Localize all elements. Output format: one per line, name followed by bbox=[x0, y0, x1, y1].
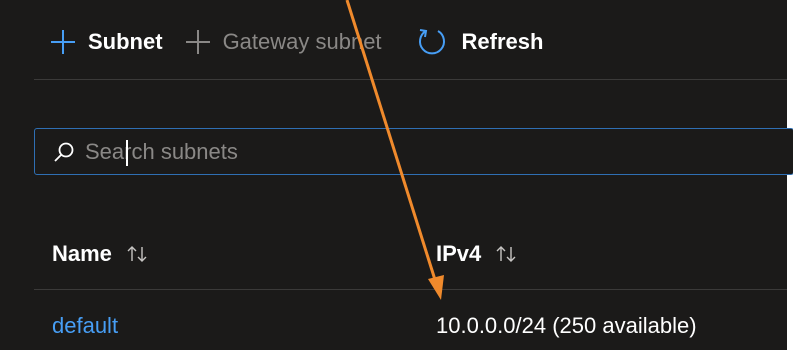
refresh-button[interactable]: Refresh bbox=[416, 22, 544, 62]
sort-arrows-icon bbox=[495, 244, 517, 264]
column-header-name-label: Name bbox=[52, 241, 112, 266]
command-bar: Subnet Gateway subnet Refresh bbox=[50, 22, 543, 62]
column-header-ipv4[interactable]: IPv4 bbox=[436, 241, 517, 267]
column-header-ipv4-label: IPv4 bbox=[436, 241, 482, 266]
plus-icon bbox=[50, 29, 76, 55]
table-header-divider bbox=[34, 289, 787, 290]
toolbar-divider bbox=[34, 79, 787, 80]
add-gateway-subnet-label: Gateway subnet bbox=[222, 29, 382, 54]
plus-icon bbox=[185, 29, 211, 55]
sort-arrows-icon bbox=[126, 244, 148, 264]
search-input[interactable] bbox=[85, 138, 685, 165]
add-subnet-button[interactable]: Subnet bbox=[50, 22, 163, 62]
add-gateway-subnet-button[interactable]: Gateway subnet bbox=[185, 22, 382, 62]
column-header-name[interactable]: Name bbox=[52, 241, 148, 267]
search-box[interactable] bbox=[34, 128, 793, 175]
refresh-label: Refresh bbox=[461, 29, 544, 54]
subnets-panel: Subnet Gateway subnet Refresh Search sub… bbox=[0, 0, 793, 356]
refresh-icon bbox=[416, 26, 448, 58]
add-subnet-label: Subnet bbox=[88, 29, 163, 54]
search-icon bbox=[53, 141, 75, 163]
subnet-name-link[interactable]: default bbox=[52, 313, 118, 339]
subnet-ipv4-cell: 10.0.0.0/24 (250 available) bbox=[436, 313, 697, 338]
text-caret bbox=[126, 140, 128, 166]
